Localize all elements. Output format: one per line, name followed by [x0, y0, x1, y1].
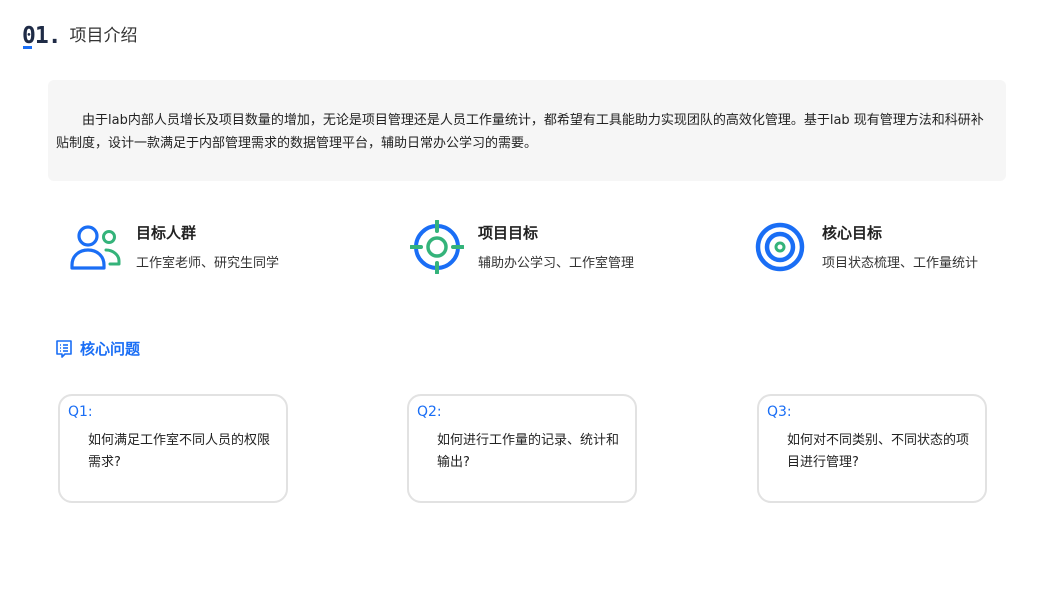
- question-card-1: Q1: 如何满足工作室不同人员的权限需求?: [58, 394, 288, 503]
- goal-core-goal: 核心目标 项目状态梳理、工作量统计: [754, 220, 978, 274]
- question-text: 如何对不同类别、不同状态的项目进行管理?: [787, 433, 970, 470]
- goal-title: 项目目标: [478, 224, 539, 242]
- goal-desc: 项目状态梳理、工作量统计: [822, 256, 979, 271]
- question-label: Q1:: [68, 404, 93, 420]
- goal-text: 项目目标 辅助办公学习、工作室管理: [478, 222, 634, 274]
- intro-text: 由于lab内部人员增长及项目数量的增加，无论是项目管理还是人员工作量统计，都希望…: [56, 113, 984, 151]
- goal-title: 目标人群: [136, 224, 197, 242]
- goal-project-goal: 项目目标 辅助办公学习、工作室管理: [410, 220, 634, 274]
- goal-text: 目标人群 工作室老师、研究生同学: [136, 222, 279, 274]
- question-card-3: Q3: 如何对不同类别、不同状态的项目进行管理?: [757, 394, 987, 503]
- question-text: 如何进行工作量的记录、统计和输出?: [437, 433, 620, 470]
- user-group-icon: [70, 225, 121, 270]
- crosshair-target-icon: [410, 220, 464, 274]
- page: 01. 项目介绍 由于lab内部人员增长及项目数量的增加，无论是项目管理还是人员…: [0, 0, 1054, 600]
- list-document-icon: [56, 339, 72, 358]
- goal-target-audience: 目标人群 工作室老师、研究生同学: [68, 220, 279, 274]
- goal-text: 核心目标 项目状态梳理、工作量统计: [822, 222, 978, 274]
- intro-box: 由于lab内部人员增长及项目数量的增加，无论是项目管理还是人员工作量统计，都希望…: [48, 80, 1006, 181]
- core-questions-heading: 核心问题: [55, 338, 140, 359]
- page-title: 项目介绍: [69, 26, 138, 46]
- question-label: Q3:: [767, 404, 792, 420]
- goal-desc: 辅助办公学习、工作室管理: [478, 256, 635, 271]
- question-label: Q2:: [417, 404, 442, 420]
- question-card-2: Q2: 如何进行工作量的记录、统计和输出?: [407, 394, 637, 503]
- question-text: 如何满足工作室不同人员的权限需求?: [88, 433, 271, 470]
- section-number: 01.: [22, 23, 62, 49]
- core-heading-label: 核心问题: [80, 340, 141, 358]
- goal-desc: 工作室老师、研究生同学: [136, 256, 280, 271]
- bullseye-icon: [755, 222, 805, 272]
- section-number-underline: [23, 46, 32, 49]
- section-header: 01. 项目介绍: [22, 22, 138, 50]
- goal-title: 核心目标: [822, 224, 883, 242]
